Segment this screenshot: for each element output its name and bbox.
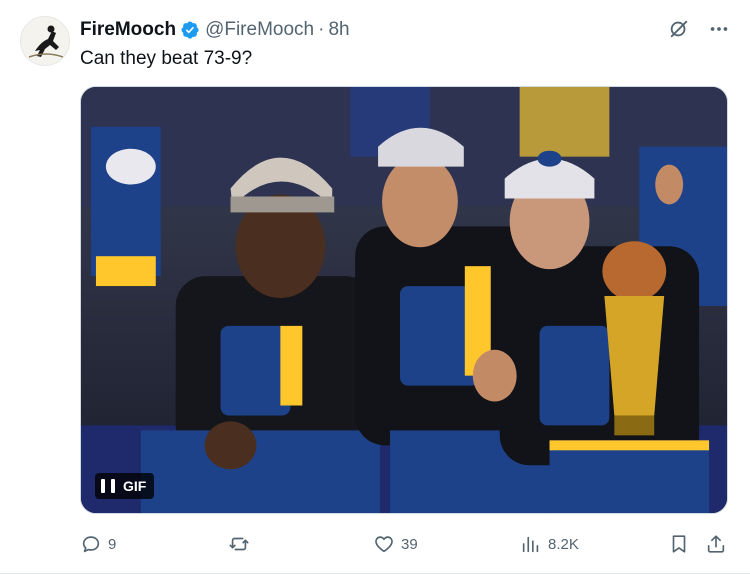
retweet-icon bbox=[229, 537, 249, 551]
reply-button[interactable]: 9 bbox=[80, 530, 116, 558]
retweet-button[interactable] bbox=[228, 530, 256, 558]
gif-label: GIF bbox=[123, 478, 147, 494]
reply-count: 9 bbox=[108, 535, 117, 553]
share-icon bbox=[707, 535, 725, 553]
like-button[interactable]: 39 bbox=[373, 530, 418, 558]
tweet-card[interactable]: FireMooch @FireMooch · 8h Can they beat … bbox=[0, 0, 750, 574]
like-count: 39 bbox=[401, 535, 418, 553]
bookmark-icon bbox=[672, 535, 686, 553]
action-bar: 9 39 8.2K bbox=[80, 530, 728, 558]
grok-icon[interactable] bbox=[668, 18, 690, 40]
avatar[interactable] bbox=[20, 16, 70, 66]
author-handle[interactable]: @FireMooch bbox=[205, 19, 314, 41]
gif-badge[interactable]: GIF bbox=[95, 473, 155, 499]
view-count: 8.2K bbox=[548, 535, 579, 553]
top-actions bbox=[668, 18, 730, 40]
gif-frame-image bbox=[81, 87, 727, 513]
views-icon bbox=[522, 536, 539, 553]
tweet-text: Can they beat 73-9? bbox=[80, 48, 253, 69]
timestamp[interactable]: 8h bbox=[328, 19, 349, 41]
separator-dot: · bbox=[318, 19, 325, 40]
media-gif[interactable]: GIF bbox=[80, 86, 728, 514]
pause-icon[interactable] bbox=[101, 479, 115, 493]
views-button[interactable]: 8.2K bbox=[520, 530, 579, 558]
share-button[interactable] bbox=[705, 530, 727, 558]
tweet-header: FireMooch @FireMooch · 8h bbox=[80, 18, 350, 42]
heart-icon bbox=[375, 536, 393, 553]
avatar-image bbox=[21, 17, 69, 65]
bookmark-button[interactable] bbox=[668, 530, 690, 558]
verified-badge-icon bbox=[181, 21, 199, 39]
more-icon[interactable] bbox=[708, 18, 730, 40]
reply-icon bbox=[82, 536, 100, 553]
author-name[interactable]: FireMooch bbox=[80, 19, 176, 41]
